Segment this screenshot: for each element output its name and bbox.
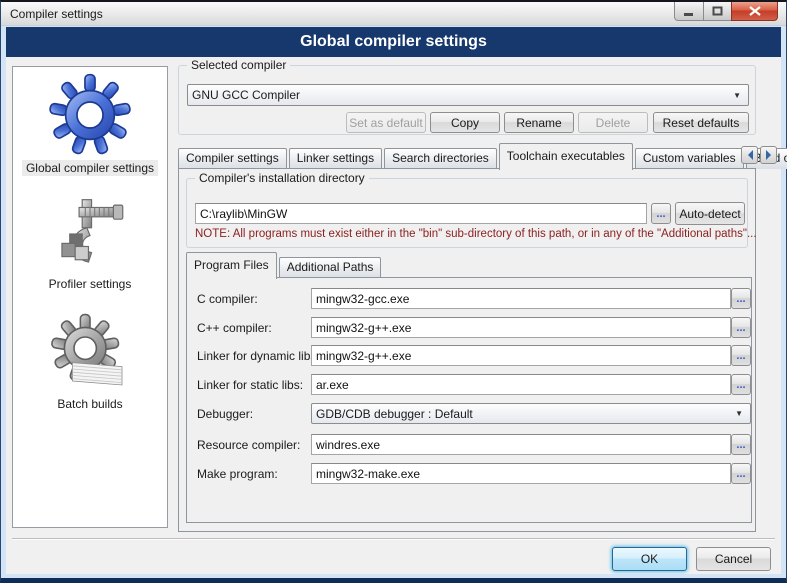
field-row: Resource compiler: ... [187,434,751,456]
make-program-input[interactable] [311,463,731,484]
sidebar-item-profiler-settings[interactable]: Profiler settings [13,195,167,292]
toolchain-executables-panel: Compiler's installation directory ... Au… [178,168,756,532]
maximize-icon [712,6,723,16]
static-linker-input[interactable] [311,374,731,395]
field-row: Debugger: GDB/CDB debugger : Default ▼ [187,403,751,425]
page-title: Global compiler settings [6,27,781,57]
field-row: Linker for dynamic libs: ... [187,345,751,367]
dialog-content: Global compiler settings [6,57,781,574]
maximize-button[interactable] [704,2,731,21]
installation-directory-input[interactable] [195,203,647,224]
minimize-button[interactable] [674,2,704,21]
titlebar: Compiler settings [1,2,786,26]
footer-divider [12,538,775,540]
debugger-select[interactable]: GDB/CDB debugger : Default ▼ [311,403,751,424]
sidebar-item-global-compiler-settings[interactable]: Global compiler settings [13,73,167,176]
field-row: C++ compiler: ... [187,317,751,339]
sidebar-item-label: Profiler settings [45,276,136,292]
browse-dynamic-linker-button[interactable]: ... [731,345,751,366]
program-tabs: Program Files Additional Paths [186,253,752,278]
sidebar-item-batch-builds[interactable]: Batch builds [13,313,167,412]
field-label: C compiler: [197,292,258,306]
rename-button[interactable]: Rename [504,112,574,133]
installation-directory-group: Compiler's installation directory ... Au… [186,178,748,248]
field-label: Linker for dynamic libs: [197,349,320,363]
compiler-select-value: GNU GCC Compiler [192,88,300,102]
field-row: C compiler: ... [187,288,751,310]
browse-resource-compiler-button[interactable]: ... [731,434,751,455]
sidebar-item-label: Batch builds [53,396,126,412]
set-as-default-button: Set as default [346,112,426,133]
c-compiler-input[interactable] [311,288,731,309]
bin-subdirectory-note: NOTE: All programs must exist either in … [195,228,757,240]
field-label: Linker for static libs: [197,378,303,392]
field-row: Make program: ... [187,463,751,485]
compiler-select[interactable]: GNU GCC Compiler ▼ [187,84,749,106]
window-controls [674,2,778,21]
tab-additional-paths[interactable]: Additional Paths [279,257,382,278]
tab-scroll-right-button[interactable] [760,146,777,164]
caliper-icon [51,195,129,273]
copy-button[interactable]: Copy [430,112,500,133]
arrow-right-icon [766,150,776,160]
tab-compiler-settings[interactable]: Compiler settings [178,148,287,169]
compiler-tabs: Compiler settings Linker settings Search… [178,142,778,169]
auto-detect-button[interactable]: Auto-detect [675,202,745,225]
close-button[interactable] [731,2,778,21]
browse-c-compiler-button[interactable]: ... [731,288,751,309]
field-row: Linker for static libs: ... [187,374,751,396]
reset-defaults-button[interactable]: Reset defaults [653,112,749,133]
tab-program-files[interactable]: Program Files [186,252,277,279]
installation-directory-group-label: Compiler's installation directory [195,171,369,185]
field-label: C++ compiler: [197,321,272,335]
program-files-panel: C compiler: ... C++ compiler: ... Linker… [186,277,752,523]
field-label: Resource compiler: [197,438,300,452]
settings-sidebar: Global compiler settings [12,66,168,528]
arrow-left-icon [743,150,753,160]
dynamic-linker-input[interactable] [311,345,731,366]
chevron-down-icon: ▼ [730,91,744,100]
tab-linker-settings[interactable]: Linker settings [289,148,382,169]
browse-directory-button[interactable]: ... [651,203,671,224]
tab-search-directories[interactable]: Search directories [384,148,497,169]
browse-cpp-compiler-button[interactable]: ... [731,317,751,338]
resource-compiler-input[interactable] [311,434,731,455]
browse-make-program-button[interactable]: ... [731,463,751,484]
delete-button: Delete [578,112,648,133]
close-icon [749,6,761,16]
debugger-select-value: GDB/CDB debugger : Default [316,407,473,421]
selected-compiler-group: Selected compiler GNU GCC Compiler ▼ Set… [178,65,756,135]
chevron-down-icon: ▼ [732,409,746,418]
tab-scroll-left-button[interactable] [741,146,758,164]
field-label: Debugger: [197,407,253,421]
tab-custom-variables[interactable]: Custom variables [635,148,744,169]
gray-gear-stack-icon [50,313,130,393]
sidebar-item-label: Global compiler settings [22,160,158,176]
cpp-compiler-input[interactable] [311,317,731,338]
window-title: Compiler settings [10,2,103,26]
minimize-icon [684,7,694,16]
blue-gear-icon [48,73,132,157]
ok-button[interactable]: OK [612,547,687,571]
field-label: Make program: [197,467,278,481]
compiler-settings-window: Compiler settings Global compiler settin… [0,0,787,583]
cancel-button[interactable]: Cancel [696,547,771,571]
browse-static-linker-button[interactable]: ... [731,374,751,395]
tab-toolchain-executables[interactable]: Toolchain executables [499,143,633,170]
selected-compiler-group-label: Selected compiler [187,58,290,72]
